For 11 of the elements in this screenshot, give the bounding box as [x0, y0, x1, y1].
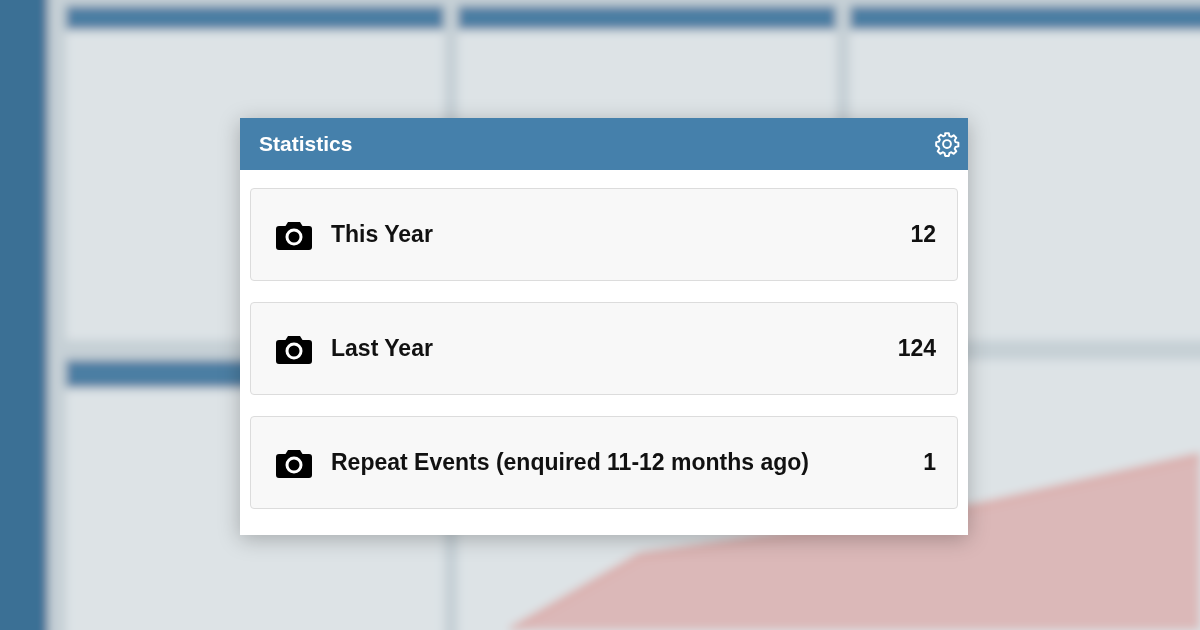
statistic-value: 1 [923, 449, 936, 476]
statistic-label: Last Year [331, 335, 434, 362]
statistic-value: 12 [910, 221, 936, 248]
card-title: Statistics [259, 132, 353, 156]
statistic-value: 124 [897, 335, 936, 362]
settings-icon[interactable] [934, 131, 960, 157]
statistic-label: This Year [331, 221, 434, 248]
camera-icon [276, 219, 312, 250]
camera-icon [276, 333, 312, 364]
camera-icon [276, 447, 312, 478]
statistic-label: Repeat Events (enquired 11-12 months ago) [331, 449, 810, 476]
